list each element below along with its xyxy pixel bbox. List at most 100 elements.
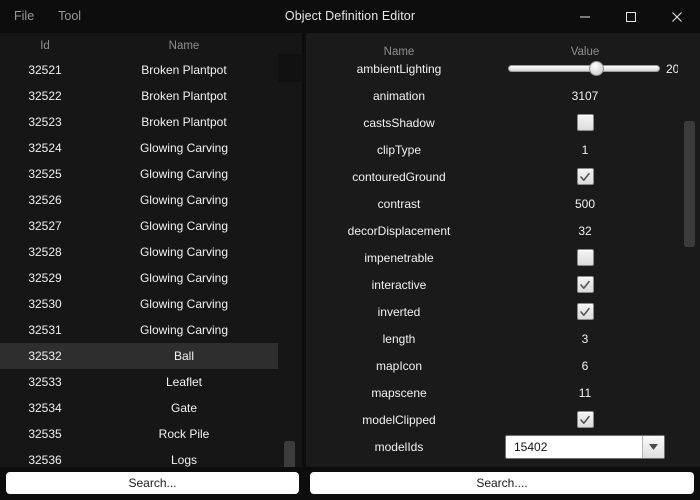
- object-list-row[interactable]: 32534 Gate: [0, 395, 278, 421]
- property-value[interactable]: 500: [492, 197, 678, 211]
- object-list-row[interactable]: 32522 Broken Plantpot: [0, 83, 278, 109]
- property-value[interactable]: 32: [492, 224, 678, 238]
- object-list-header: Id Name: [0, 35, 302, 57]
- object-list-row[interactable]: 32527 Glowing Carving: [0, 213, 278, 239]
- object-id: 32533: [28, 375, 62, 389]
- property-row: contouredGround: [306, 163, 678, 190]
- property-row: modelIds 15402: [306, 433, 678, 460]
- object-list-row[interactable]: 32523 Broken Plantpot: [0, 109, 278, 135]
- property-row: modelClipped: [306, 406, 678, 433]
- close-button[interactable]: [654, 0, 700, 33]
- object-name: Glowing Carving: [139, 167, 229, 181]
- property-row: contrast 500: [306, 190, 678, 217]
- object-name: Glowing Carving: [139, 323, 229, 337]
- property-value[interactable]: 1: [492, 143, 678, 157]
- object-list-row[interactable]: 32524 Glowing Carving: [0, 135, 278, 161]
- property-name: modelClipped: [362, 412, 436, 427]
- object-list-row[interactable]: 32532 Ball: [0, 343, 278, 369]
- property-row: decorDisplacement 32: [306, 217, 678, 244]
- property-value: [492, 411, 678, 428]
- property-name: clipType: [376, 142, 422, 157]
- maximize-button[interactable]: [608, 0, 654, 33]
- menu-item-tool[interactable]: Tool: [56, 0, 83, 33]
- object-name: Gate: [170, 401, 197, 415]
- checkbox-contouredGround[interactable]: [576, 168, 594, 185]
- object-list-row[interactable]: 32536 Logs: [0, 447, 278, 467]
- property-list[interactable]: ambientLighting 20 animation 3107 castsShado…: [306, 55, 678, 467]
- checkmark-icon: [580, 280, 590, 289]
- scrollbar-thumb[interactable]: [684, 121, 695, 247]
- slider-ambientLighting[interactable]: 20: [508, 60, 678, 78]
- checkbox-modelClipped[interactable]: [576, 411, 594, 428]
- object-list-row[interactable]: 32531 Glowing Carving: [0, 317, 278, 343]
- property-row: mapIcon 6: [306, 352, 678, 379]
- object-name: Glowing Carving: [139, 245, 229, 259]
- object-id: 32529: [28, 271, 62, 285]
- object-search-input[interactable]: [6, 472, 299, 494]
- property-list-scrollbar[interactable]: [682, 57, 696, 467]
- object-list[interactable]: 32521 Broken Plantpot 32522 Broken Plantpot…: [0, 57, 278, 467]
- property-row: length 3: [306, 325, 678, 352]
- property-value[interactable]: 11: [492, 386, 678, 400]
- property-name: mapscene: [371, 385, 427, 400]
- object-list-row[interactable]: 32521 Broken Plantpot: [0, 57, 278, 83]
- checkbox-castsShadow[interactable]: [576, 114, 594, 131]
- minimize-icon: [580, 16, 590, 17]
- object-list-panel: Id Name 32521 Broken Plantpot 32522 Broken …: [0, 33, 302, 467]
- object-name: Logs: [170, 453, 198, 467]
- property-value: [492, 249, 678, 266]
- property-editor-panel: Name Value ambientLighting 20 animation 310…: [306, 33, 700, 467]
- object-list-scrollbar[interactable]: [282, 57, 296, 467]
- property-value: [492, 114, 678, 131]
- property-value[interactable]: 3107: [492, 89, 678, 103]
- object-list-row[interactable]: 32530 Glowing Carving: [0, 291, 278, 317]
- property-value: [492, 276, 678, 293]
- minimize-button[interactable]: [562, 0, 608, 33]
- property-row: ambientLighting 20: [306, 55, 678, 82]
- object-list-row[interactable]: 32533 Leaflet: [0, 369, 278, 395]
- object-name: Broken Plantpot: [141, 115, 227, 129]
- property-value[interactable]: 3: [492, 332, 678, 346]
- property-name: ambientLighting: [356, 61, 442, 76]
- window-controls: [562, 0, 700, 33]
- property-name: castsShadow: [363, 115, 435, 130]
- object-list-row[interactable]: 32529 Glowing Carving: [0, 265, 278, 291]
- checkbox-inverted[interactable]: [576, 303, 594, 320]
- slider-value-label: 20: [666, 61, 678, 76]
- property-value: 15402: [492, 434, 678, 459]
- close-icon: [672, 11, 682, 22]
- object-list-row[interactable]: 32525 Glowing Carving: [0, 161, 278, 187]
- object-id: 32530: [28, 297, 62, 311]
- property-name: modelIds: [374, 439, 424, 454]
- scrollbar-thumb[interactable]: [284, 441, 295, 467]
- property-name: contrast: [377, 196, 421, 211]
- combobox-arrow-button[interactable]: [642, 435, 664, 458]
- property-value[interactable]: 6: [492, 359, 678, 373]
- property-name: length: [382, 331, 416, 346]
- column-header-name[interactable]: Name: [90, 40, 278, 52]
- object-id: 32525: [28, 167, 62, 181]
- object-list-row[interactable]: 32535 Rock Pile: [0, 421, 278, 447]
- property-value: [492, 303, 678, 320]
- object-id: 32524: [28, 141, 62, 155]
- object-name: Rock Pile: [158, 427, 210, 441]
- object-id: 32526: [28, 193, 62, 207]
- combobox-modelIds[interactable]: 15402: [505, 434, 665, 459]
- property-name: contouredGround: [352, 169, 446, 184]
- property-row: animation 3107: [306, 82, 678, 109]
- object-id: 32534: [28, 401, 62, 415]
- column-header-id[interactable]: Id: [0, 40, 90, 52]
- object-name: Glowing Carving: [139, 297, 229, 311]
- object-list-row[interactable]: 32528 Glowing Carving: [0, 239, 278, 265]
- slider-thumb[interactable]: [588, 61, 604, 76]
- object-list-row[interactable]: 32526 Glowing Carving: [0, 187, 278, 213]
- property-value: 20: [492, 60, 678, 78]
- object-id: 32521: [28, 63, 62, 77]
- checkbox-impenetrable[interactable]: [576, 249, 594, 266]
- menu-item-file[interactable]: File: [12, 0, 36, 33]
- property-search-input[interactable]: [310, 472, 694, 494]
- checkbox-interactive[interactable]: [576, 276, 594, 293]
- object-definition-editor-window: File Tool Object Definition Editor Id Na…: [0, 0, 700, 500]
- title-bar: File Tool Object Definition Editor: [0, 0, 700, 33]
- property-name: animation: [372, 88, 426, 103]
